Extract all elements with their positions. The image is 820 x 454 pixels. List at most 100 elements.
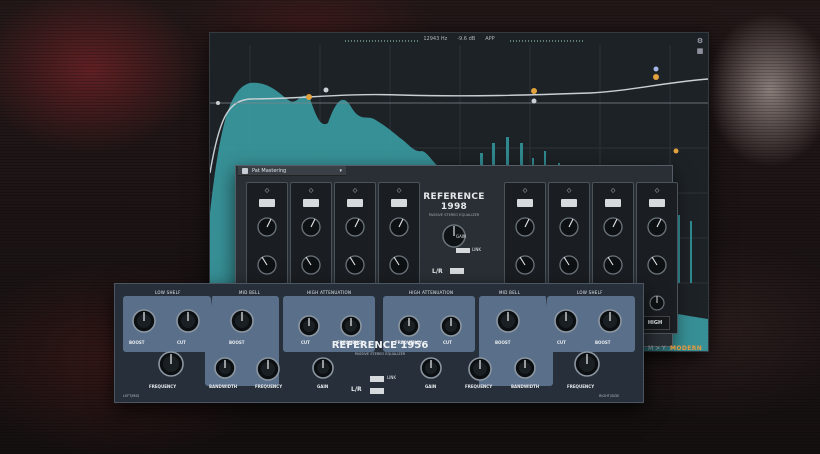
ls-right-cut-label: CUT: [557, 340, 566, 345]
band-toggle[interactable]: [649, 199, 665, 207]
band-gain-knob[interactable]: [511, 213, 539, 241]
band-freq-knob[interactable]: [341, 251, 369, 279]
gain-left-knob[interactable]: [309, 354, 337, 386]
mb-left-frequency-label: FREQUENCY: [255, 384, 283, 389]
band-toggle[interactable]: [259, 199, 275, 207]
band-freq-knob[interactable]: [555, 251, 583, 279]
mb-right-bandwidth-label: BANDWIDTH: [511, 384, 540, 389]
band-gain-knob[interactable]: [599, 213, 627, 241]
lr-label-1956: L/R: [351, 386, 362, 393]
mode-mxy[interactable]: M > Y: [648, 345, 666, 352]
mb-left-bandwidth-knob[interactable]: [211, 354, 239, 386]
readout-frequency: 12943 Hz: [423, 36, 448, 42]
band-toggle[interactable]: [303, 199, 319, 207]
eq-node-0[interactable]: [216, 101, 220, 105]
reference-1998-title: REFERENCE 1998: [423, 192, 485, 212]
readout-extra: APP: [485, 36, 495, 42]
link-label: LINK: [472, 247, 482, 252]
eq-node-7[interactable]: [673, 148, 679, 154]
corner-right-label: RIGHT/SIDE: [599, 394, 620, 398]
ls-left-cut-knob[interactable]: [173, 306, 203, 340]
gain-right-knob[interactable]: [417, 354, 445, 386]
band-toggle[interactable]: [605, 199, 621, 207]
ls-left-boost-label: BOOST: [129, 340, 145, 345]
mb-left-bandwidth-label: BANDWIDTH: [209, 384, 238, 389]
reference-1956-center: REFERENCE 1956 PASSIVE STEREO EQUALIZER: [330, 340, 430, 356]
reference-1956-title: REFERENCE 1956: [331, 340, 429, 351]
band-freq-knob[interactable]: [511, 251, 539, 279]
corner-left-label: LEFT/MID: [123, 394, 140, 398]
mb-right-frequency-knob[interactable]: [465, 354, 495, 388]
readout-gain: -9.6 dB: [457, 36, 476, 42]
ls-right-cut-knob[interactable]: [551, 306, 581, 340]
band-freq-knob[interactable]: [643, 251, 671, 279]
label-mid-bell-right: MID BELL: [499, 290, 521, 295]
gain-label: GAIN: [456, 234, 467, 239]
band-toggle[interactable]: [391, 199, 407, 207]
chevron-down-icon: ▾: [339, 168, 342, 174]
band-shape-icon: ◇: [566, 187, 572, 194]
band-freq-knob[interactable]: [599, 251, 627, 279]
band-q-knob[interactable]: [645, 291, 669, 315]
mb-right-boost-label: BOOST: [495, 340, 511, 345]
lr-toggle[interactable]: [450, 268, 464, 274]
ls-left-boost-knob[interactable]: [129, 306, 159, 340]
label-high-atten-right: HIGH ATTENUATION: [409, 290, 454, 295]
eq-node-5[interactable]: [653, 66, 659, 72]
band-gain-knob[interactable]: [297, 213, 325, 241]
ls-right-boost-label: BOOST: [595, 340, 611, 345]
ls-left-frequency-knob[interactable]: [155, 348, 187, 384]
band-shape-icon: ◇: [522, 187, 528, 194]
band-shape-icon: ◇: [308, 187, 314, 194]
ls-left-frequency-label: FREQUENCY: [149, 384, 177, 389]
mb-left-boost-knob[interactable]: [227, 306, 257, 340]
ha-left-cut-label: CUT: [301, 340, 310, 345]
ls-left-cut-label: CUT: [177, 340, 186, 345]
preset-selector[interactable]: Pat Mastering ▾: [238, 166, 346, 176]
band-gain-knob[interactable]: [385, 213, 413, 241]
band-toggle[interactable]: [561, 199, 577, 207]
mode-modern[interactable]: MODERN: [670, 345, 702, 352]
reference-1956-panel: LOW SHELF MID BELL HIGH ATTENUATION HIGH…: [114, 283, 644, 403]
link-toggle[interactable]: [456, 248, 470, 253]
eq-node-3[interactable]: [531, 88, 537, 94]
analyzer-readout: 12943 Hz -9.6 dB APP: [210, 33, 708, 45]
label-mid-bell-left: MID BELL: [239, 290, 261, 295]
eq-node-4[interactable]: [531, 98, 537, 104]
eq-node-1[interactable]: [306, 94, 312, 100]
gain-right-label: GAIN: [425, 384, 437, 389]
ls-right-boost-knob[interactable]: [595, 306, 625, 340]
high-button[interactable]: HIGH: [640, 316, 670, 330]
reference-1956-subtitle: PASSIVE STEREO EQUALIZER: [354, 352, 406, 356]
band-toggle[interactable]: [517, 199, 533, 207]
link-label-1956: LINK: [387, 375, 397, 380]
preset-name: Pat Mastering: [252, 168, 287, 174]
band-toggle[interactable]: [347, 199, 363, 207]
mb-right-bandwidth-knob[interactable]: [511, 354, 539, 386]
lr-toggle-1956[interactable]: [370, 388, 384, 394]
band-gain-knob[interactable]: [341, 213, 369, 241]
band-gain-knob[interactable]: [643, 213, 671, 241]
band-shape-icon: ◇: [264, 187, 270, 194]
band-freq-knob[interactable]: [253, 251, 281, 279]
label-low-shelf-left: LOW SHELF: [155, 290, 181, 295]
band-gain-knob[interactable]: [253, 213, 281, 241]
eq-node-2[interactable]: [323, 87, 329, 93]
ha-right-cut-label: CUT: [443, 340, 452, 345]
ls-right-frequency-label: FREQUENCY: [567, 384, 595, 389]
band-shape-icon: ◇: [610, 187, 616, 194]
band-freq-knob[interactable]: [385, 251, 413, 279]
mb-right-frequency-label: FREQUENCY: [465, 384, 493, 389]
band-freq-knob[interactable]: [297, 251, 325, 279]
gain-left-label: GAIN: [317, 384, 329, 389]
band-gain-knob[interactable]: [555, 213, 583, 241]
mb-right-boost-knob[interactable]: [493, 306, 523, 340]
band-shape-icon: ◇: [396, 187, 402, 194]
ls-right-frequency-knob[interactable]: [571, 348, 603, 384]
mb-left-frequency-knob[interactable]: [253, 354, 283, 388]
eq-node-6[interactable]: [653, 74, 659, 80]
grid-icon[interactable]: ▦: [696, 47, 704, 55]
link-toggle-1956[interactable]: [370, 376, 384, 382]
lr-label: L/R: [432, 268, 443, 275]
settings-gear-icon[interactable]: ⚙: [696, 37, 704, 45]
